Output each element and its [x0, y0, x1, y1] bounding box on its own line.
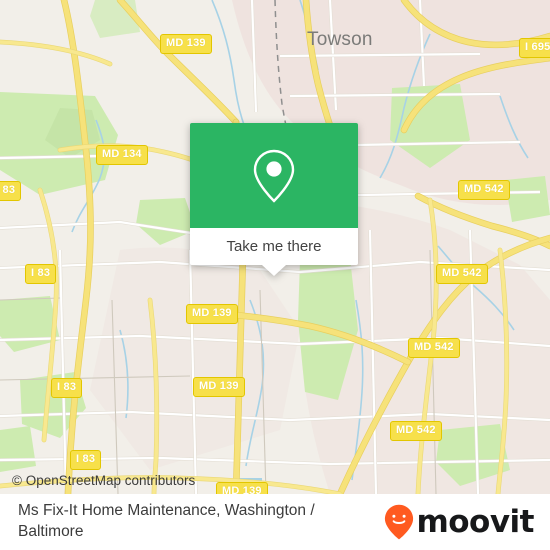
road-shield: MD 542 — [458, 180, 510, 200]
moovit-wordmark: moovit — [416, 503, 534, 540]
map-place-label: Towson — [307, 29, 373, 50]
road-shield: I 83 — [25, 264, 57, 284]
road-shield: MD 542 — [390, 421, 442, 441]
footer-bar: Ms Fix-It Home Maintenance, Washington /… — [0, 494, 550, 550]
take-me-there-button[interactable]: Take me there — [190, 228, 358, 276]
road-shield: MD 139 — [193, 377, 245, 397]
moovit-smiley-pin-icon — [385, 504, 414, 540]
popup-pointer-tail — [262, 265, 286, 276]
moovit-logo[interactable]: moovit — [384, 504, 534, 540]
road-shield: MD 542 — [436, 264, 488, 284]
road-shield: MD 542 — [408, 338, 460, 358]
map-pin-icon — [253, 149, 295, 203]
road-shield: I 83 — [51, 378, 83, 398]
location-title: Ms Fix-It Home Maintenance, Washington /… — [18, 502, 315, 540]
road-shield: I 695 — [519, 38, 550, 58]
openstreetmap-attribution[interactable]: © OpenStreetMap contributors — [12, 473, 195, 488]
map-canvas[interactable]: .land { fill:#f2efe9; } .urban { fill:#e… — [0, 0, 550, 494]
take-me-there-label: Take me there — [226, 238, 322, 255]
road-shield: MD 139 — [216, 482, 268, 494]
road-shield: I 83 — [0, 181, 22, 201]
road-shield: MD 134 — [96, 145, 148, 165]
road-shield: I 83 — [70, 450, 102, 470]
road-shield: MD 139 — [160, 34, 212, 54]
map-popup-card[interactable]: Take me there — [190, 123, 358, 276]
screenshot-root: .land { fill:#f2efe9; } .urban { fill:#e… — [0, 0, 550, 550]
popup-image-placeholder — [190, 123, 358, 228]
road-shield: MD 139 — [186, 304, 238, 324]
